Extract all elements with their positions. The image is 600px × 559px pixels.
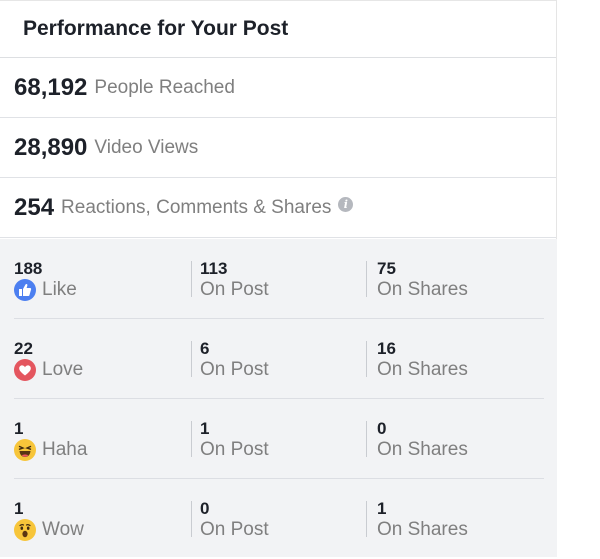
like-icon bbox=[14, 279, 36, 301]
haha-label: Haha bbox=[42, 439, 88, 460]
on-shares-label: On Shares bbox=[377, 519, 468, 540]
stat-people-reached: 68,192 People Reached bbox=[0, 58, 556, 118]
panel-title: Performance for Your Post bbox=[0, 0, 556, 58]
divider bbox=[191, 261, 192, 297]
reactions-breakdown: 188 Like 113 On Post 75 On Shares 22 Lov… bbox=[0, 239, 557, 557]
on-shares-cell: 75 On Shares bbox=[377, 259, 468, 302]
people-reached-label: People Reached bbox=[94, 76, 235, 98]
on-shares-cell: 1 On Shares bbox=[377, 499, 468, 542]
video-views-label: Video Views bbox=[94, 136, 199, 158]
like-label: Like bbox=[42, 279, 77, 300]
engagement-label: Reactions, Comments & Shares bbox=[61, 196, 332, 218]
divider bbox=[191, 421, 192, 457]
on-shares-label: On Shares bbox=[377, 279, 468, 300]
wow-label: Wow bbox=[42, 519, 84, 540]
love-on-post-count: 6 bbox=[200, 339, 210, 358]
divider bbox=[191, 501, 192, 537]
on-post-cell: 0 On Post bbox=[200, 499, 269, 542]
haha-count: 1 bbox=[14, 419, 24, 438]
people-reached-count: 68,192 bbox=[14, 73, 88, 101]
haha-on-shares-count: 0 bbox=[377, 419, 387, 438]
reaction-row-love: 22 Love 6 On Post 16 On Shares bbox=[14, 319, 544, 399]
like-count: 188 bbox=[14, 259, 43, 278]
reaction-total: 1 Haha bbox=[14, 419, 87, 462]
divider bbox=[366, 261, 367, 297]
on-post-label: On Post bbox=[200, 439, 269, 460]
on-shares-label: On Shares bbox=[377, 359, 468, 380]
on-post-label: On Post bbox=[200, 359, 269, 380]
engagement-count: 254 bbox=[14, 193, 55, 221]
divider bbox=[366, 341, 367, 377]
on-post-cell: 6 On Post bbox=[200, 339, 269, 382]
on-post-label: On Post bbox=[200, 519, 269, 540]
reaction-total: 1 Wow bbox=[14, 499, 84, 542]
stat-video-views: 28,890 Video Views bbox=[0, 118, 556, 178]
reaction-row-wow: 1 Wow 0 On Post 1 On Shares bbox=[14, 479, 544, 559]
reaction-total: 22 Love bbox=[14, 339, 83, 382]
haha-on-post-count: 1 bbox=[200, 419, 210, 438]
divider bbox=[191, 341, 192, 377]
divider bbox=[366, 421, 367, 457]
love-count: 22 bbox=[14, 339, 33, 358]
divider bbox=[366, 501, 367, 537]
reaction-row-like: 188 Like 113 On Post 75 On Shares bbox=[14, 239, 544, 319]
stat-engagement: 254 Reactions, Comments & Shares i bbox=[0, 178, 556, 238]
like-on-post-count: 113 bbox=[200, 259, 228, 278]
info-icon[interactable]: i bbox=[338, 197, 354, 212]
haha-icon bbox=[14, 439, 36, 461]
on-post-cell: 113 On Post bbox=[200, 259, 269, 302]
like-on-shares-count: 75 bbox=[377, 259, 396, 278]
on-shares-cell: 0 On Shares bbox=[377, 419, 468, 462]
video-views-count: 28,890 bbox=[14, 133, 88, 161]
love-label: Love bbox=[42, 359, 84, 380]
wow-on-shares-count: 1 bbox=[377, 499, 387, 518]
on-post-label: On Post bbox=[200, 279, 269, 300]
love-on-shares-count: 16 bbox=[377, 339, 396, 358]
reaction-total: 188 Like bbox=[14, 259, 77, 302]
love-icon bbox=[14, 359, 36, 381]
wow-count: 1 bbox=[14, 499, 24, 518]
on-post-cell: 1 On Post bbox=[200, 419, 269, 462]
post-performance-panel: Performance for Your Post 68,192 People … bbox=[0, 0, 557, 557]
reaction-row-haha: 1 Haha 1 On Post 0 On Shares bbox=[14, 399, 544, 479]
wow-icon bbox=[14, 519, 36, 541]
on-shares-cell: 16 On Shares bbox=[377, 339, 468, 382]
on-shares-label: On Shares bbox=[377, 439, 468, 460]
wow-on-post-count: 0 bbox=[200, 499, 210, 518]
